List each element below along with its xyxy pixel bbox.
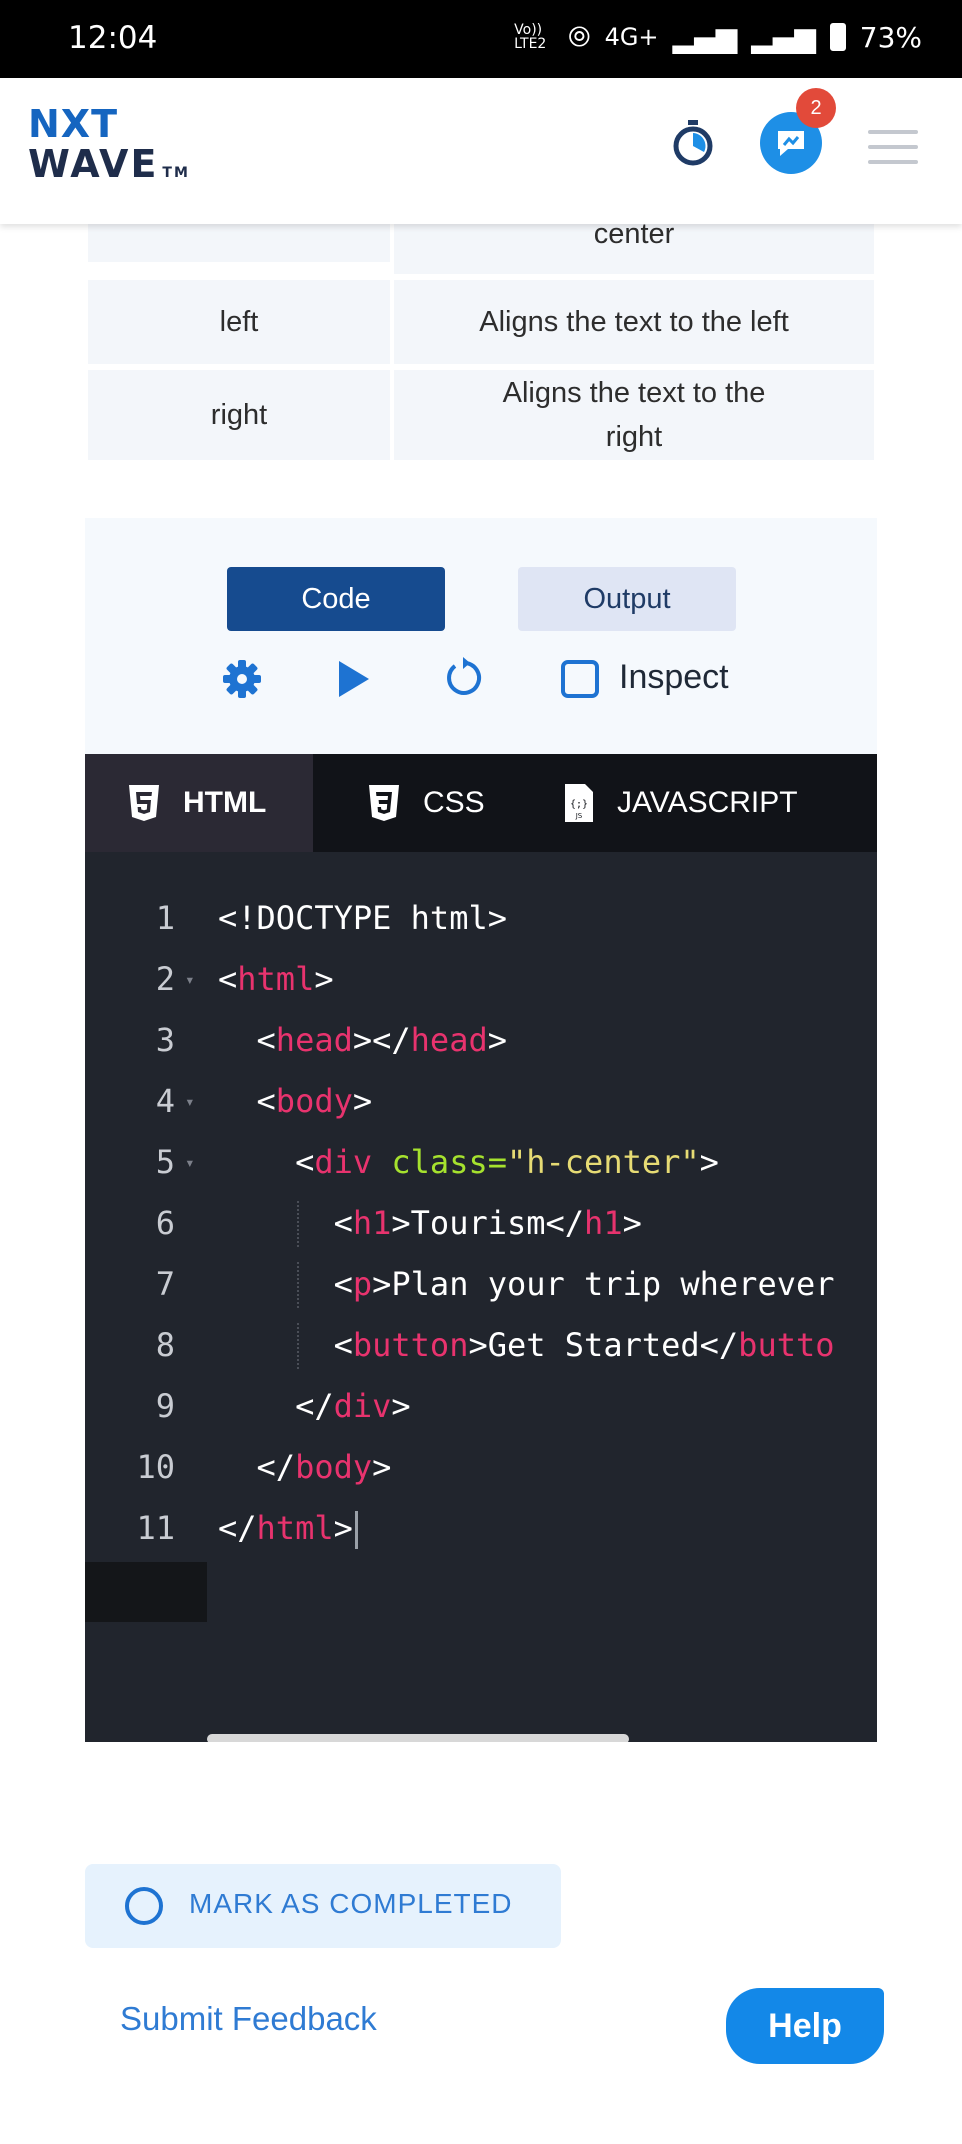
output-button[interactable]: Output: [518, 567, 736, 631]
tab-html[interactable]: HTML: [85, 754, 313, 852]
line-number: 9: [155, 1387, 175, 1425]
code-line[interactable]: 7 <p>Plan your trip wherever: [85, 1254, 877, 1315]
code-button[interactable]: Code: [227, 567, 445, 631]
table-cell-description: Aligns the text to the right: [394, 370, 874, 460]
notification-badge: 2: [796, 88, 836, 128]
line-number: 2: [155, 960, 175, 998]
code-line[interactable]: 2 ▾ <html>: [85, 949, 877, 1010]
tab-css[interactable]: CSS: [367, 754, 485, 852]
signal2-icon: ▂▄▆: [751, 20, 816, 54]
submit-feedback-link[interactable]: Submit Feedback: [120, 2000, 377, 2038]
code-text: <p>Plan your trip wherever: [218, 1265, 835, 1303]
tab-javascript[interactable]: {;} JS JAVASCRIPT: [563, 754, 798, 852]
circle-icon: [125, 1887, 163, 1925]
line-number: 1: [155, 899, 175, 937]
text-cursor: [354, 1511, 358, 1549]
battery-icon: [829, 23, 846, 51]
code-line[interactable]: 5 ▾ <div class="h-center">: [85, 1132, 877, 1193]
logo-line1: NXT: [28, 102, 119, 146]
code-text: <h1>Tourism</h1>: [218, 1204, 642, 1242]
indent-guide: [297, 1323, 299, 1369]
code-text: <button>Get Started</butto: [218, 1326, 835, 1364]
network-type: 4G+: [604, 23, 659, 51]
css3-icon: [369, 785, 399, 821]
status-bar: 12:04 Vo)) LTE2 ⦾ 4G+ ▂▄▆ ▂▄▆ 73%: [0, 0, 962, 78]
status-time: 12:04: [68, 20, 158, 56]
help-button[interactable]: Help: [726, 1988, 884, 2064]
line-number: 8: [155, 1326, 175, 1364]
fold-arrow-icon[interactable]: ▾: [185, 1132, 195, 1193]
volte-indicator: Vo)) LTE2: [514, 22, 547, 52]
stopwatch-icon[interactable]: [668, 118, 718, 168]
line-number: 5: [155, 1143, 175, 1181]
html5-icon: [129, 785, 159, 821]
horizontal-scrollbar[interactable]: [207, 1734, 629, 1742]
tab-html-label: HTML: [183, 786, 267, 819]
line-number: 7: [155, 1265, 175, 1303]
battery-percent: 73%: [859, 20, 922, 54]
code-line[interactable]: 8 <button>Get Started</butto: [85, 1315, 877, 1376]
line-number: 3: [155, 1021, 175, 1059]
svg-text:{;}: {;}: [570, 799, 588, 810]
reset-icon[interactable]: [443, 656, 487, 700]
settings-gear-icon[interactable]: [221, 658, 263, 700]
run-play-icon[interactable]: [335, 658, 371, 700]
table-cell-description: Aligns the text to the left: [394, 280, 874, 364]
table-cell-value: left: [88, 280, 390, 364]
code-text: <div class="h-center">: [218, 1143, 719, 1181]
fold-arrow-icon[interactable]: ▾: [185, 1071, 195, 1132]
code-editor[interactable]: HTML CSS {;} JS JAVASCRIPT 1 <!DOCTYPE ht…: [85, 754, 877, 1742]
svg-text:JS: JS: [575, 812, 583, 820]
code-line[interactable]: 3 <head></head>: [85, 1010, 877, 1071]
code-text: <head></head>: [218, 1021, 507, 1059]
editor-tabs: HTML CSS {;} JS JAVASCRIPT: [85, 754, 877, 852]
code-text: </body>: [218, 1448, 392, 1486]
table-row: left Aligns the text to the left: [88, 280, 874, 364]
indent-guide: [297, 1262, 299, 1308]
nxtwave-logo[interactable]: NXT WAVE TM: [28, 104, 190, 193]
indent-guide: [297, 1201, 299, 1247]
signal-icon: ▂▄▆: [672, 20, 738, 54]
fold-arrow-icon[interactable]: ▾: [185, 949, 195, 1010]
code-text: <!DOCTYPE html>: [218, 899, 507, 937]
table-row: right Aligns the text to the right: [88, 370, 874, 460]
code-text: </div>: [218, 1387, 411, 1425]
line-number: 10: [136, 1448, 175, 1486]
line-number: 11: [136, 1509, 175, 1547]
line-number: 6: [155, 1204, 175, 1242]
hotspot-icon: ⦾: [568, 20, 591, 53]
code-line[interactable]: 1 <!DOCTYPE html>: [85, 888, 877, 949]
app-header: NXT WAVE TM 2: [0, 78, 962, 224]
tab-css-label: CSS: [423, 786, 485, 819]
code-text: <html>: [218, 960, 334, 998]
code-controls: Code Output Inspect: [85, 518, 877, 754]
js-file-icon: {;} JS: [565, 784, 593, 822]
inspect-label: Inspect: [619, 658, 729, 696]
code-line[interactable]: 4 ▾ <body>: [85, 1071, 877, 1132]
table-cell-value: right: [88, 370, 390, 460]
code-line[interactable]: 10 </body>: [85, 1437, 877, 1498]
code-line[interactable]: 11 </html>: [85, 1498, 877, 1559]
logo-line2: WAVE: [28, 142, 159, 186]
chat-icon: [778, 131, 804, 156]
menu-icon[interactable]: [868, 130, 918, 175]
line-number: 4: [155, 1082, 175, 1120]
mark-as-completed-button[interactable]: MARK AS COMPLETED: [85, 1864, 561, 1948]
tab-javascript-label: JAVASCRIPT: [617, 786, 798, 819]
code-text: <body>: [218, 1082, 373, 1120]
mark-as-completed-label: MARK AS COMPLETED: [189, 1888, 513, 1919]
code-line[interactable]: 9 </div>: [85, 1376, 877, 1437]
logo-tm: TM: [162, 165, 190, 181]
active-line-gutter: [85, 1562, 207, 1622]
code-text: </html>: [218, 1498, 358, 1559]
status-icons: Vo)) LTE2 ⦾ 4G+ ▂▄▆ ▂▄▆ 73%: [514, 20, 922, 54]
code-line[interactable]: 6 <h1>Tourism</h1>: [85, 1193, 877, 1254]
inspect-checkbox[interactable]: [561, 660, 599, 698]
